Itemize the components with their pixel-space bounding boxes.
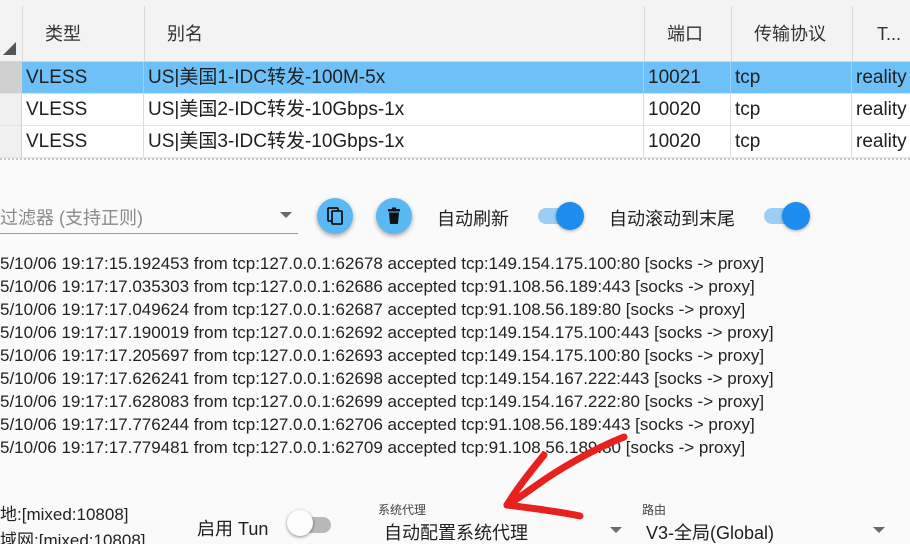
cell-type: VLESS bbox=[22, 126, 144, 157]
log-line: 5/10/06 19:17:15.192453 from tcp:127.0.0… bbox=[0, 254, 765, 273]
copy-log-button[interactable] bbox=[317, 198, 353, 234]
log-line: 5/10/06 19:17:17.628083 from tcp:127.0.0… bbox=[0, 392, 765, 411]
log-output[interactable]: 5/10/06 19:17:15.192453 from tcp:127.0.0… bbox=[0, 252, 910, 464]
row-header[interactable] bbox=[0, 94, 22, 125]
auto-scroll-toggle[interactable] bbox=[764, 200, 810, 230]
column-header-alias[interactable]: 别名 bbox=[144, 6, 644, 62]
table-row[interactable]: VLESS US|美国2-IDC转发-10Gbps-1x 10020 tcp r… bbox=[0, 94, 910, 126]
table-header: 类型 别名 端口 传输协议 T... bbox=[0, 0, 910, 62]
log-filter-input[interactable]: 过滤器 (支持正则) bbox=[0, 204, 143, 230]
table-row[interactable]: VLESS US|美国1-IDC转发-100M-5x 10021 tcp rea… bbox=[0, 62, 910, 94]
sort-corner-icon[interactable] bbox=[3, 42, 16, 55]
row-header[interactable] bbox=[0, 126, 22, 157]
cell-type: VLESS bbox=[22, 94, 144, 125]
column-header-protocol[interactable]: 传输协议 bbox=[731, 6, 852, 62]
copy-icon bbox=[327, 207, 343, 225]
log-line: 5/10/06 19:17:17.776244 from tcp:127.0.0… bbox=[0, 415, 755, 434]
cell-type: VLESS bbox=[22, 62, 144, 93]
log-line: 5/10/06 19:17:17.049624 from tcp:127.0.0… bbox=[0, 300, 746, 319]
auto-scroll-label: 自动滚动到末尾 bbox=[609, 209, 735, 229]
cell-alias: US|美国2-IDC转发-10Gbps-1x bbox=[144, 94, 644, 125]
cell-port: 10021 bbox=[644, 62, 731, 93]
cell-tls: reality bbox=[856, 67, 907, 88]
auto-refresh-toggle[interactable] bbox=[538, 200, 584, 230]
lan-port-status: 域网:[mixed:10808] bbox=[0, 531, 146, 544]
chevron-down-icon[interactable] bbox=[280, 212, 292, 218]
tun-toggle[interactable] bbox=[287, 509, 335, 539]
log-line: 5/10/06 19:17:17.626241 from tcp:127.0.0… bbox=[0, 369, 774, 388]
server-table: 类型 别名 端口 传输协议 T... VLESS US|美国1-IDC转发-10… bbox=[0, 0, 910, 158]
log-line: 5/10/06 19:17:17.205697 from tcp:127.0.0… bbox=[0, 346, 765, 365]
column-header-type[interactable]: 类型 bbox=[22, 6, 144, 62]
cell-protocol: tcp bbox=[731, 62, 852, 93]
toggle-knob bbox=[782, 202, 810, 230]
cell-tls: reality bbox=[856, 99, 907, 120]
clear-log-button[interactable] bbox=[376, 198, 412, 234]
local-port-status: 地:[mixed:10808] bbox=[0, 505, 129, 524]
cell-alias: US|美国1-IDC转发-100M-5x bbox=[144, 62, 644, 93]
delete-icon bbox=[388, 207, 400, 224]
cell-port: 10020 bbox=[644, 126, 731, 157]
log-filter-combobox[interactable]: 过滤器 (支持正则) bbox=[0, 196, 298, 234]
cell-tls: reality bbox=[856, 131, 907, 152]
chevron-down-icon[interactable] bbox=[873, 527, 885, 533]
column-header-tls[interactable]: T... bbox=[852, 6, 910, 62]
row-header[interactable] bbox=[0, 62, 22, 93]
routing-value: V3-全局(Global) bbox=[646, 523, 775, 543]
system-proxy-value: 自动配置系统代理 bbox=[384, 523, 528, 543]
cell-protocol: tcp bbox=[731, 94, 852, 125]
cell-port: 10020 bbox=[644, 94, 731, 125]
toggle-knob bbox=[556, 202, 584, 230]
chevron-down-icon[interactable] bbox=[610, 527, 622, 533]
tun-label: 启用 Tun bbox=[197, 519, 269, 539]
cell-protocol: tcp bbox=[731, 126, 852, 157]
panel-splitter[interactable] bbox=[0, 158, 910, 163]
auto-refresh-label: 自动刷新 bbox=[437, 209, 509, 229]
table-row[interactable]: VLESS US|美国3-IDC转发-10Gbps-1x 10020 tcp r… bbox=[0, 126, 910, 158]
log-line: 5/10/06 19:17:17.035303 from tcp:127.0.0… bbox=[0, 277, 755, 296]
log-line: 5/10/06 19:17:17.190019 from tcp:127.0.0… bbox=[0, 323, 774, 342]
routing-select[interactable]: V3-全局(Global) bbox=[642, 514, 892, 544]
toggle-knob bbox=[287, 510, 313, 536]
column-header-port[interactable]: 端口 bbox=[644, 6, 731, 62]
cell-alias: US|美国3-IDC转发-10Gbps-1x bbox=[144, 126, 644, 157]
system-proxy-select[interactable]: 自动配置系统代理 bbox=[378, 514, 628, 544]
log-line: 5/10/06 19:17:17.779481 from tcp:127.0.0… bbox=[0, 438, 746, 457]
